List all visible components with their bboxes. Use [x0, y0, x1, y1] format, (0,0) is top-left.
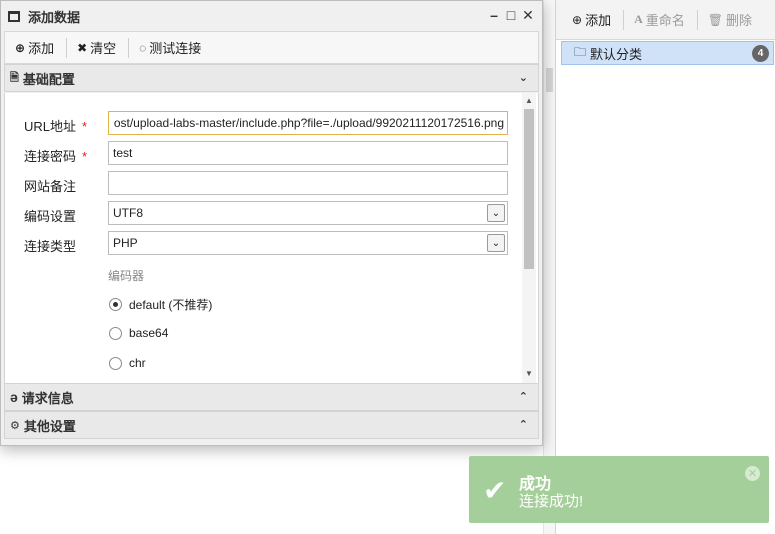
- edge-icon: ə: [10, 389, 18, 405]
- toolbar-divider: [128, 37, 130, 58]
- scroll-up-icon[interactable]: ▲: [525, 96, 533, 105]
- add-data-dialog: 添加数据 – □ ✕ ⊕ 添加 ✖ 清空 ◌ 测试连接 🗎 基础配置 ⌄ URL…: [0, 0, 543, 446]
- chevron-down-icon[interactable]: ⌄: [487, 234, 505, 252]
- section-basic-label: 基础配置: [22, 71, 75, 87]
- times-icon: ✖: [77, 40, 88, 55]
- minimize-button[interactable]: –: [488, 7, 500, 24]
- close-button[interactable]: ✕: [522, 7, 534, 24]
- delete-category-button[interactable]: 🗑 删除: [708, 0, 760, 40]
- password-label: 连接密码 *: [24, 149, 88, 164]
- toast-close-icon[interactable]: ✕: [745, 466, 760, 481]
- encoding-value: UTF8: [113, 206, 143, 220]
- delete-category-label: 删除: [726, 13, 753, 28]
- cogs-icon: ⚙: [10, 419, 20, 432]
- toolbar-divider: [623, 9, 625, 30]
- folder-icon: 🗀: [574, 44, 587, 59]
- section-request-info[interactable]: ə 请求信息 ⌃: [4, 383, 539, 411]
- test-connection-label: 测试连接: [149, 41, 202, 56]
- add-category-button[interactable]: ⊕ 添加: [572, 0, 619, 40]
- clear-button[interactable]: ✖ 清空: [77, 38, 124, 57]
- category-toolbar: ⊕ 添加 A 重命名 🗑 删除: [556, 0, 775, 40]
- radio-unchecked-icon[interactable]: [109, 356, 122, 370]
- rename-category-label: 重命名: [645, 13, 685, 28]
- radio-checked-icon[interactable]: [109, 298, 122, 311]
- encoder-option-label: chr: [129, 356, 146, 370]
- scroll-down-icon[interactable]: ▼: [525, 369, 533, 378]
- font-icon: A: [634, 12, 643, 26]
- required-mark: *: [82, 149, 88, 164]
- encoder-option-default[interactable]: default (不推荐): [109, 296, 212, 313]
- chevron-down-icon[interactable]: ⌄: [487, 204, 505, 222]
- type-select[interactable]: PHP ⌄: [108, 231, 508, 255]
- password-row: 连接密码 * test: [5, 141, 520, 167]
- url-input[interactable]: ost/upload-labs-master/include.php?file=…: [108, 111, 508, 135]
- file-icon: 🗎: [10, 71, 19, 84]
- category-panel: ⊕ 添加 A 重命名 🗑 删除 🗀 默认分类 4: [555, 0, 775, 534]
- chevron-up-icon: ⌃: [518, 419, 528, 431]
- password-input[interactable]: test: [108, 141, 508, 165]
- radio-unchecked-icon[interactable]: [109, 326, 122, 340]
- type-row: 连接类型 PHP ⌄: [5, 231, 520, 257]
- test-connection-button[interactable]: ◌ 测试连接: [139, 38, 209, 57]
- category-label: 默认分类: [590, 46, 643, 62]
- toolbar-divider: [696, 9, 698, 30]
- spinner-icon: ◌: [139, 40, 147, 55]
- encoder-option-label: base64: [129, 326, 169, 340]
- window-icon: [8, 10, 20, 22]
- toolbar-divider: [66, 37, 68, 58]
- plus-circle-icon: ⊕: [15, 40, 26, 55]
- encoding-select[interactable]: UTF8 ⌄: [108, 201, 508, 225]
- add-label: 添加: [28, 41, 55, 56]
- url-label: URL地址 *: [24, 119, 88, 134]
- section-other-settings[interactable]: ⚙ 其他设置 ⌃: [4, 411, 539, 439]
- basic-config-form: URL地址 * ost/upload-labs-master/include.ph…: [4, 93, 539, 383]
- note-input[interactable]: [108, 171, 508, 195]
- category-item-default[interactable]: 🗀 默认分类 4: [561, 41, 774, 65]
- main-scrollbar[interactable]: [543, 0, 555, 534]
- encoding-row: 编码设置 UTF8 ⌄: [5, 201, 520, 227]
- section-request-label: 请求信息: [21, 390, 74, 406]
- clear-label: 清空: [90, 41, 117, 56]
- note-row: 网站备注: [5, 171, 520, 197]
- add-category-label: 添加: [585, 13, 612, 28]
- type-label: 连接类型: [24, 239, 77, 254]
- form-scrollbar[interactable]: ▲ ▼: [522, 93, 536, 383]
- chevron-up-icon: ⌃: [518, 391, 528, 403]
- type-value: PHP: [113, 236, 138, 250]
- encoder-option-chr[interactable]: chr: [109, 356, 146, 370]
- dialog-toolbar: ⊕ 添加 ✖ 清空 ◌ 测试连接: [4, 31, 539, 64]
- success-toast: ✔ 成功 连接成功! ✕: [469, 456, 769, 523]
- encoder-label: 编码器: [108, 269, 145, 283]
- encoder-option-base64[interactable]: base64: [109, 326, 168, 340]
- main-scrollbar-thumb[interactable]: [546, 68, 553, 92]
- section-basic-config[interactable]: 🗎 基础配置 ⌄: [4, 64, 539, 92]
- add-button[interactable]: ⊕ 添加: [15, 38, 62, 57]
- encoding-label: 编码设置: [24, 209, 77, 224]
- section-other-label: 其他设置: [23, 418, 76, 434]
- plus-circle-icon: ⊕: [572, 12, 583, 27]
- window-controls: – □ ✕: [488, 7, 534, 24]
- url-row: URL地址 * ost/upload-labs-master/include.ph…: [5, 111, 520, 137]
- dialog-titlebar[interactable]: 添加数据 – □ ✕: [1, 1, 542, 31]
- note-label: 网站备注: [24, 179, 77, 194]
- check-icon: ✔: [483, 475, 507, 506]
- trash-icon: 🗑: [707, 12, 723, 27]
- rename-category-button[interactable]: A 重命名: [634, 0, 693, 40]
- required-mark: *: [82, 119, 88, 134]
- form-scrollbar-thumb[interactable]: [524, 109, 534, 269]
- maximize-button[interactable]: □: [505, 7, 517, 24]
- chevron-down-icon: ⌄: [518, 72, 528, 84]
- category-count-badge: 4: [752, 45, 769, 62]
- toast-message: 连接成功!: [519, 493, 584, 510]
- dialog-title: 添加数据: [28, 9, 81, 25]
- encoder-option-label: default (不推荐): [129, 298, 213, 312]
